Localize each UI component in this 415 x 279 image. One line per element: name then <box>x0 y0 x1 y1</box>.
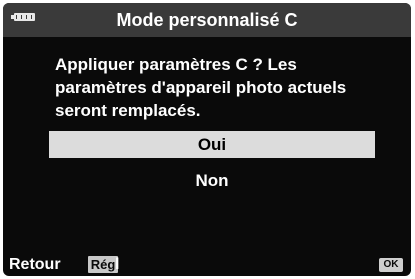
message-line: Appliquer paramètres C ? Les <box>55 55 297 74</box>
back-label[interactable]: Retour <box>9 256 61 274</box>
set-label[interactable]: l <box>115 256 119 274</box>
page-title: Mode personnalisé C <box>116 10 298 30</box>
menu-key-icon: Rég <box>88 256 118 273</box>
message-line: seront remplacés. <box>55 101 201 120</box>
yes-option[interactable]: Oui <box>49 131 375 158</box>
message-line: paramètres d'appareil photo actuels <box>55 78 347 97</box>
button-guide-bar: Retour Rég l OK <box>3 255 411 276</box>
camera-screen: Mode personnalisé C Appliquer paramètres… <box>3 3 411 276</box>
no-option[interactable]: Non <box>49 167 375 194</box>
ok-button[interactable]: OK <box>379 258 403 272</box>
confirmation-message: Appliquer paramètres C ? Les paramètres … <box>55 53 395 122</box>
title-bar: Mode personnalisé C <box>3 3 411 37</box>
